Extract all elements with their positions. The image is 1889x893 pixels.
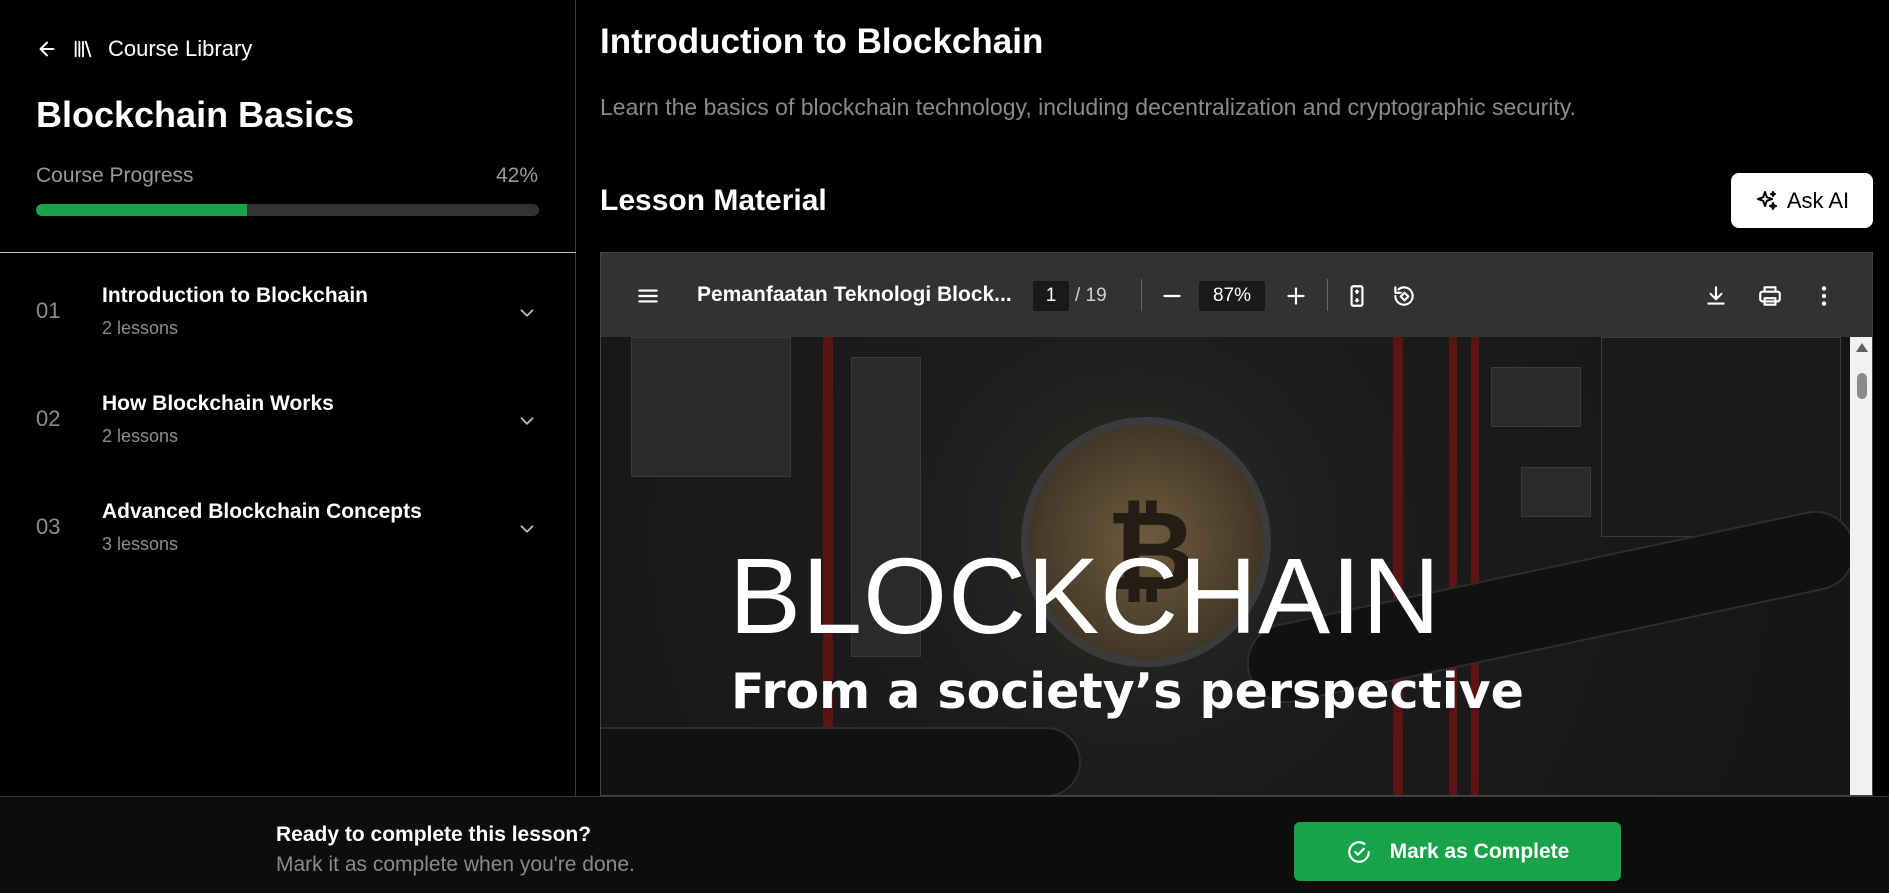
pdf-file-name: Pemanfaatan Teknologi Block... [697, 283, 1012, 306]
slide-decoration [1601, 337, 1841, 537]
lesson-title: Introduction to Blockchain [600, 22, 1044, 61]
module-number: 02 [36, 406, 61, 431]
print-icon[interactable] [1757, 283, 1783, 309]
pdf-scrollbar[interactable] [1850, 337, 1872, 795]
module-title: Advanced Blockchain Concepts [102, 500, 422, 523]
app: Course Library Blockchain Basics Course … [0, 0, 1889, 893]
slide-decoration [1471, 337, 1479, 795]
module-title: Introduction to Blockchain [102, 284, 368, 307]
scroll-up-arrow[interactable] [1856, 343, 1868, 352]
module-item-01[interactable]: 01 Introduction to Blockchain 2 lessons [0, 268, 576, 368]
minus-icon[interactable] [1159, 283, 1185, 309]
progress-bar [36, 204, 539, 216]
slide-title: BLOCKCHAIN [729, 535, 1442, 656]
module-item-03[interactable]: 03 Advanced Blockchain Concepts 3 lesson… [0, 484, 576, 584]
chevron-down-icon[interactable] [516, 518, 538, 540]
course-title: Blockchain Basics [36, 94, 355, 135]
toolbar-divider [1327, 279, 1328, 311]
completion-title: Ready to complete this lesson? [276, 823, 592, 846]
mark-as-complete-label: Mark as Complete [1389, 839, 1570, 863]
mark-as-complete-button[interactable]: Mark as Complete [1294, 822, 1621, 881]
course-sidebar: Course Library Blockchain Basics Course … [0, 0, 576, 796]
menu-icon[interactable] [635, 283, 661, 309]
progress-percent: 42% [495, 164, 538, 187]
sidebar-divider [0, 252, 576, 253]
scroll-thumb[interactable] [1857, 373, 1867, 399]
back-to-library-link[interactable]: Course Library [36, 36, 252, 62]
completion-subtitle: Mark it as complete when you're done. [276, 853, 635, 876]
more-vertical-icon[interactable] [1811, 283, 1837, 309]
slide-decoration [1521, 467, 1591, 517]
rotate-icon[interactable] [1391, 283, 1417, 309]
ask-ai-button[interactable]: Ask AI [1731, 173, 1873, 228]
progress-label: Course Progress [36, 164, 194, 187]
chevron-down-icon[interactable] [516, 410, 538, 432]
module-number: 01 [36, 298, 61, 323]
lesson-main: Introduction to Blockchain Learn the bas… [577, 0, 1889, 796]
sparkles-icon [1756, 190, 1777, 210]
check-circle-icon [1347, 840, 1370, 863]
toolbar-divider [1141, 279, 1142, 311]
slide-decoration [1449, 337, 1457, 795]
module-lesson-count: 2 lessons [102, 426, 179, 446]
slide-decoration [601, 727, 1081, 795]
slide-decoration [1491, 367, 1581, 427]
pdf-page-slide: ₿ BLOCKCHAIN From a society’s perspectiv… [601, 337, 1850, 795]
pdf-viewer: Pemanfaatan Teknologi Block... 1 / 19 87… [600, 252, 1873, 796]
chevron-down-icon[interactable] [516, 302, 538, 324]
progress-bar-fill [36, 204, 248, 216]
lesson-description: Learn the basics of blockchain technolog… [600, 94, 1576, 120]
module-lesson-count: 3 lessons [102, 534, 179, 554]
module-number: 03 [36, 514, 61, 539]
lesson-material-heading: Lesson Material [600, 184, 827, 217]
slide-decoration [631, 337, 791, 477]
pdf-toolbar: Pemanfaatan Teknologi Block... 1 / 19 87… [601, 253, 1872, 337]
fit-page-icon[interactable] [1344, 283, 1370, 309]
page-number-input[interactable]: 1 [1033, 281, 1069, 311]
module-item-02[interactable]: 02 How Blockchain Works 2 lessons [0, 376, 576, 476]
module-lesson-count: 2 lessons [102, 318, 179, 338]
download-icon[interactable] [1703, 283, 1729, 309]
back-link-label: Course Library [108, 36, 253, 61]
completion-bar: Ready to complete this lesson? Mark it a… [0, 796, 1889, 893]
ask-ai-label: Ask AI [1786, 187, 1850, 213]
zoom-level-input[interactable]: 87% [1199, 281, 1265, 311]
module-title: How Blockchain Works [102, 392, 334, 415]
library-icon [74, 40, 92, 58]
plus-icon[interactable] [1283, 283, 1309, 309]
page-total: / 19 [1075, 285, 1107, 306]
arrow-left-icon [39, 41, 55, 57]
slide-subtitle: From a society’s perspective [731, 663, 1524, 720]
